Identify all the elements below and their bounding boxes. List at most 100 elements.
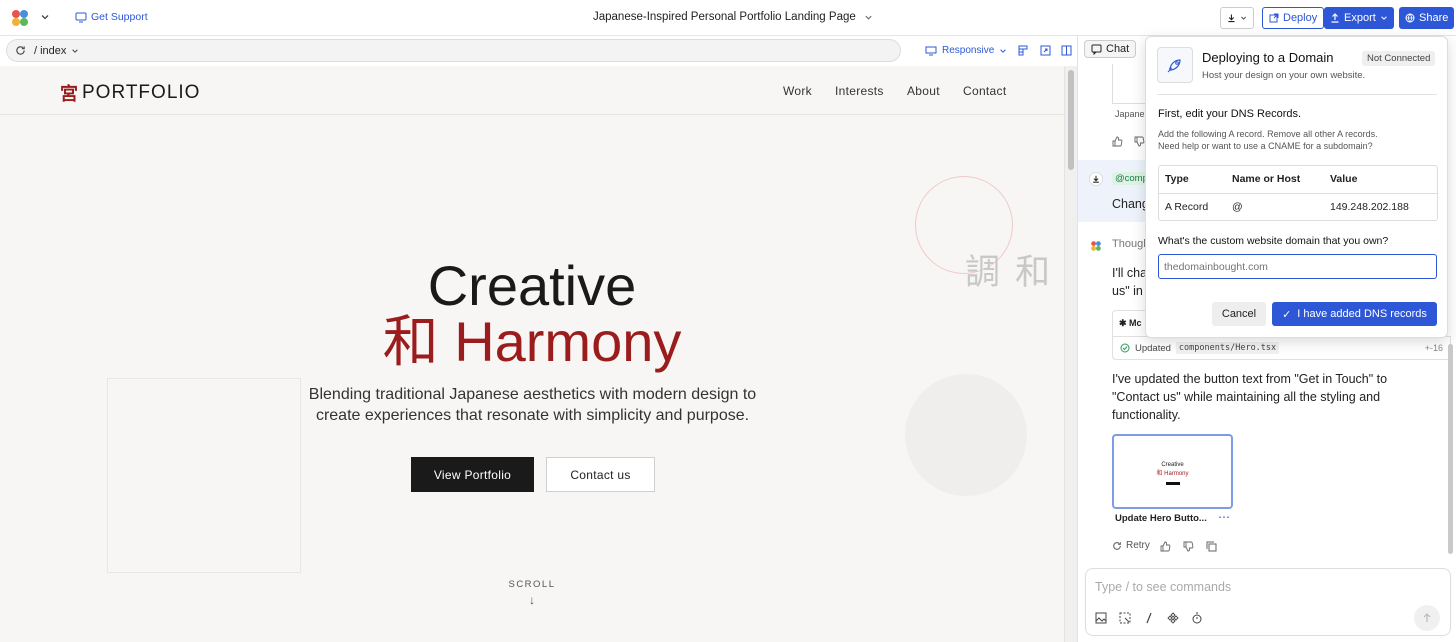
chevron-down-icon	[1240, 16, 1246, 20]
globe-icon	[1405, 13, 1415, 23]
dns-table-row: A Record @ 149.248.202.188	[1159, 193, 1437, 220]
file-update-row[interactable]: Updated components/Hero.tsx +-16	[1112, 336, 1451, 360]
split-view-icon[interactable]	[1061, 45, 1072, 56]
download-icon	[1093, 175, 1099, 183]
responsive-label: Responsive	[942, 45, 995, 56]
tool-label-text: Mc	[1129, 318, 1142, 328]
nav-contact[interactable]: Contact	[963, 84, 1006, 98]
chevron-down-icon	[1000, 48, 1007, 53]
nav-interests[interactable]: Interests	[835, 84, 884, 98]
chat-scrollbar-thumb[interactable]	[1448, 344, 1453, 554]
chat-tab-label: Chat	[1106, 43, 1130, 55]
site-nav: 宮 PORTFOLIO Work Interests About Contact	[0, 66, 1064, 115]
chat-icon	[1091, 44, 1102, 55]
select-area-icon[interactable]	[1119, 612, 1131, 624]
chevron-down-icon[interactable]	[40, 12, 50, 22]
confirm-dns-button[interactable]: ✓ I have added DNS records	[1272, 302, 1437, 326]
dns-step-title: First, edit your DNS Records.	[1158, 108, 1302, 120]
dns-step-desc-1: Add the following A record. Remove all o…	[1158, 129, 1378, 139]
download-menu-button[interactable]	[1220, 7, 1254, 29]
col-name: Name or Host	[1226, 166, 1324, 194]
refresh-icon[interactable]	[15, 45, 26, 56]
scrollbar-thumb[interactable]	[1068, 70, 1074, 170]
col-value: Value	[1324, 166, 1437, 194]
thumb-button	[1165, 482, 1180, 485]
view-portfolio-button[interactable]: View Portfolio	[411, 457, 534, 492]
project-title[interactable]: Japanese-Inspired Personal Portfolio Lan…	[593, 11, 873, 23]
tool-label: ✱ Mc	[1119, 318, 1142, 328]
get-support-link[interactable]: Get Support	[75, 11, 148, 23]
row-type: A Record	[1165, 200, 1209, 213]
hero-harmony: Harmony	[454, 310, 682, 373]
chevron-down-icon	[72, 48, 79, 53]
user-avatar	[1089, 172, 1103, 186]
get-support-label: Get Support	[91, 11, 148, 23]
thumb-caption: Update Hero Butto...	[1115, 513, 1207, 524]
external-link-icon	[1269, 13, 1279, 23]
open-external-icon[interactable]	[1040, 45, 1051, 56]
copy-icon[interactable]	[1206, 541, 1217, 552]
check-circle-icon	[1120, 343, 1130, 353]
scroll-label: SCROLL	[508, 579, 556, 590]
thumbs-up-icon[interactable]	[1160, 541, 1171, 552]
rocket-icon	[1157, 47, 1193, 83]
share-button[interactable]: Share	[1399, 7, 1455, 29]
diff-stat: +-16	[1424, 343, 1443, 353]
row-value[interactable]: 149.248.202.188	[1324, 193, 1437, 220]
updated-file: components/Hero.tsx	[1175, 342, 1280, 354]
route-selector[interactable]: / index	[34, 45, 79, 57]
decorative-frame	[107, 378, 301, 573]
component-icon[interactable]	[1167, 612, 1179, 624]
retry-button[interactable]: Retry	[1112, 540, 1150, 551]
arrow-up-icon	[1423, 613, 1431, 622]
figma-icon[interactable]	[1018, 45, 1028, 56]
more-options-icon[interactable]: ⋯	[1218, 510, 1230, 524]
brand-text: PORTFOLIO	[82, 82, 201, 103]
route-path: / index	[34, 44, 67, 57]
thumbs-down-icon[interactable]	[1183, 541, 1194, 552]
scroll-arrow-icon: ↓	[529, 593, 535, 607]
slash-command-icon[interactable]	[1143, 612, 1155, 624]
export-button[interactable]: Export	[1324, 7, 1394, 29]
download-icon	[1228, 14, 1235, 23]
top-bar: Get Support Japanese-Inspired Personal P…	[0, 0, 1456, 36]
thumbs-up-icon[interactable]	[1112, 136, 1123, 147]
assistant-avatar	[1090, 240, 1102, 252]
responsive-selector[interactable]: Responsive	[925, 45, 1007, 56]
timer-icon[interactable]	[1191, 612, 1203, 624]
site-brand[interactable]: 宮 PORTFOLIO	[60, 80, 200, 106]
deploy-button[interactable]: Deploy	[1262, 7, 1325, 29]
assistant-message: I've updated the button text from "Get i…	[1112, 372, 1388, 422]
thought-label[interactable]: Though	[1112, 238, 1149, 250]
image-icon[interactable]	[1095, 612, 1107, 624]
hero-title-line1: Creative	[427, 254, 637, 317]
tab-chat[interactable]: Chat	[1084, 40, 1137, 58]
retry-label: Retry	[1126, 540, 1150, 551]
chevron-down-icon	[865, 15, 872, 20]
app-logo-icon[interactable]	[10, 8, 30, 28]
address-bar[interactable]: / index	[6, 39, 901, 62]
connection-status-badge: Not Connected	[1362, 51, 1436, 66]
col-type: Type	[1159, 166, 1226, 194]
nav-about[interactable]: About	[907, 84, 940, 98]
popup-subtitle: Host your design on your own website.	[1202, 70, 1366, 81]
thumbs-down-icon[interactable]	[1134, 136, 1145, 147]
design-thumbnail[interactable]: Creative 和 Harmony	[1112, 434, 1233, 509]
dns-step-desc-2[interactable]: Need help or want to use a CNAME for a s…	[1158, 140, 1373, 152]
updated-label: Updated	[1135, 342, 1171, 354]
chat-input-placeholder: Type / to see commands	[1095, 580, 1232, 594]
hero-title-line2: 和 Harmony	[0, 310, 1064, 374]
deploy-domain-popup: Deploying to a Domain Not Connected Host…	[1145, 36, 1448, 338]
preview-scrollbar[interactable]	[1064, 66, 1077, 642]
cancel-button[interactable]: Cancel	[1212, 302, 1266, 326]
brand-kanji: 宮	[60, 84, 78, 104]
share-label: Share	[1419, 12, 1449, 24]
chat-input-box[interactable]: Type / to see commands	[1085, 568, 1451, 636]
site-preview: 宮 PORTFOLIO Work Interests About Contact…	[0, 66, 1064, 642]
hero-kanji: 和	[382, 310, 439, 373]
nav-work[interactable]: Work	[783, 84, 812, 98]
domain-input[interactable]	[1158, 254, 1437, 279]
send-button[interactable]	[1414, 605, 1440, 631]
decorative-circle-filled	[905, 374, 1027, 496]
contact-us-button[interactable]: Contact us	[546, 457, 655, 492]
